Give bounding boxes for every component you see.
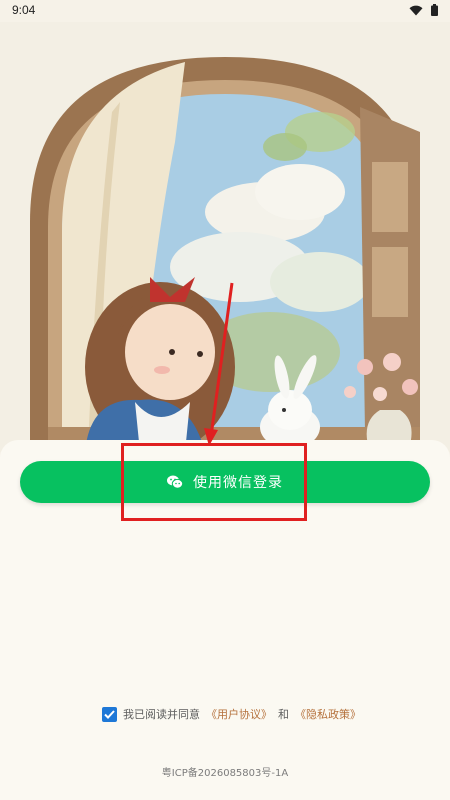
agreement-row: 我已阅读并同意 《用户协议》 和 《隐私政策》 <box>102 706 361 722</box>
wifi-icon <box>409 5 423 15</box>
user-agreement-link[interactable]: 《用户协议》 <box>206 706 272 722</box>
hero-illustration <box>0 22 450 452</box>
battery-icon <box>431 4 438 16</box>
annotation-highlight-box <box>121 443 307 521</box>
checkmark-icon <box>104 709 115 719</box>
status-bar: 9:04 <box>0 0 450 22</box>
icp-license-text: 粤ICP备2026085803号-1A <box>161 768 289 779</box>
agreement-prefix: 我已阅读并同意 <box>123 708 200 721</box>
agreement-checkbox[interactable] <box>102 706 117 722</box>
privacy-policy-link[interactable]: 《隐私政策》 <box>295 706 361 722</box>
window-scene-image <box>0 22 450 452</box>
status-icons <box>409 4 438 16</box>
status-time: 9:04 <box>12 3 36 17</box>
agreement-conjunction: 和 <box>278 708 289 721</box>
